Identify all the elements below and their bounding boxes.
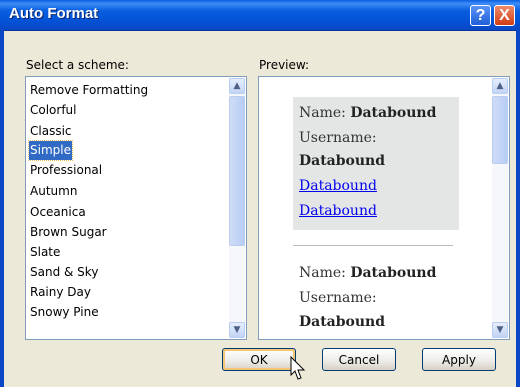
preview-label: Preview: [259, 58, 310, 72]
apply-button[interactable]: Apply [422, 348, 496, 371]
ok-button[interactable]: OK [222, 348, 296, 371]
window-title: Auto Format [9, 5, 99, 22]
preview-divider [293, 245, 453, 246]
close-button[interactable]: X [494, 5, 515, 26]
scheme-item-oceanica[interactable]: Oceanica [29, 203, 87, 222]
chevron-up-icon: ▲ [233, 81, 241, 91]
close-icon: X [499, 6, 510, 24]
preview-name-line: Name: Databound [299, 105, 436, 121]
scheme-item-remove-formatting[interactable]: Remove Formatting [29, 81, 149, 100]
preview-scrollbar[interactable]: ▲ ▼ [492, 78, 508, 338]
scheme-item-professional[interactable]: Professional [29, 161, 103, 180]
help-button[interactable]: ? [470, 5, 491, 26]
help-icon: ? [475, 6, 486, 24]
mouse-cursor-icon [290, 356, 306, 380]
scheme-item-autumn[interactable]: Autumn [29, 182, 78, 201]
scheme-item-rainy-day[interactable]: Rainy Day [29, 283, 92, 302]
scroll-thumb[interactable] [492, 96, 508, 164]
scheme-item-brown-sugar[interactable]: Brown Sugar [29, 223, 108, 242]
scroll-up-button[interactable]: ▲ [229, 78, 245, 94]
scheme-item-sand-and-sky[interactable]: Sand & Sky [29, 263, 99, 282]
chevron-up-icon: ▲ [496, 81, 504, 91]
scroll-up-button[interactable]: ▲ [492, 78, 508, 94]
preview-name-label: Name: [299, 265, 346, 281]
window-frame-left [0, 30, 4, 387]
preview-name-value: Databound [350, 105, 437, 121]
scroll-down-button[interactable]: ▼ [492, 322, 508, 338]
preview-name-value: Databound [350, 265, 437, 281]
scroll-thumb[interactable] [229, 96, 245, 246]
scheme-item-colorful[interactable]: Colorful [29, 101, 78, 120]
scroll-down-button[interactable]: ▼ [229, 322, 245, 338]
preview-username-label: Username: [299, 130, 377, 146]
preview-link[interactable]: Databound [299, 203, 377, 219]
auto-format-dialog: Auto Format ? X Select a scheme: Preview… [0, 0, 520, 387]
preview-username-value: Databound [299, 314, 386, 330]
preview-pane: Name: Databound Username: Databound Data… [258, 76, 510, 340]
preview-name-label: Name: [299, 105, 346, 121]
select-scheme-label: Select a scheme: [26, 58, 129, 72]
preview-name-line: Name: Databound [299, 265, 436, 281]
chevron-down-icon: ▼ [233, 325, 241, 335]
cancel-button[interactable]: Cancel [322, 348, 396, 371]
title-bar[interactable]: Auto Format ? X [0, 0, 520, 31]
scheme-list[interactable]: Remove Formatting Colorful Classic Simpl… [25, 76, 247, 340]
scheme-item-snowy-pine[interactable]: Snowy Pine [29, 303, 100, 322]
window-frame-right [516, 30, 520, 387]
preview-username-value: Databound [299, 153, 386, 169]
preview-username-label: Username: [299, 290, 377, 306]
scheme-list-scrollbar[interactable]: ▲ ▼ [229, 78, 245, 338]
chevron-down-icon: ▼ [496, 325, 504, 335]
scheme-item-slate[interactable]: Slate [29, 243, 61, 262]
preview-link[interactable]: Databound [299, 178, 377, 194]
scheme-item-classic[interactable]: Classic [29, 122, 73, 141]
scheme-item-simple[interactable]: Simple [28, 140, 73, 161]
